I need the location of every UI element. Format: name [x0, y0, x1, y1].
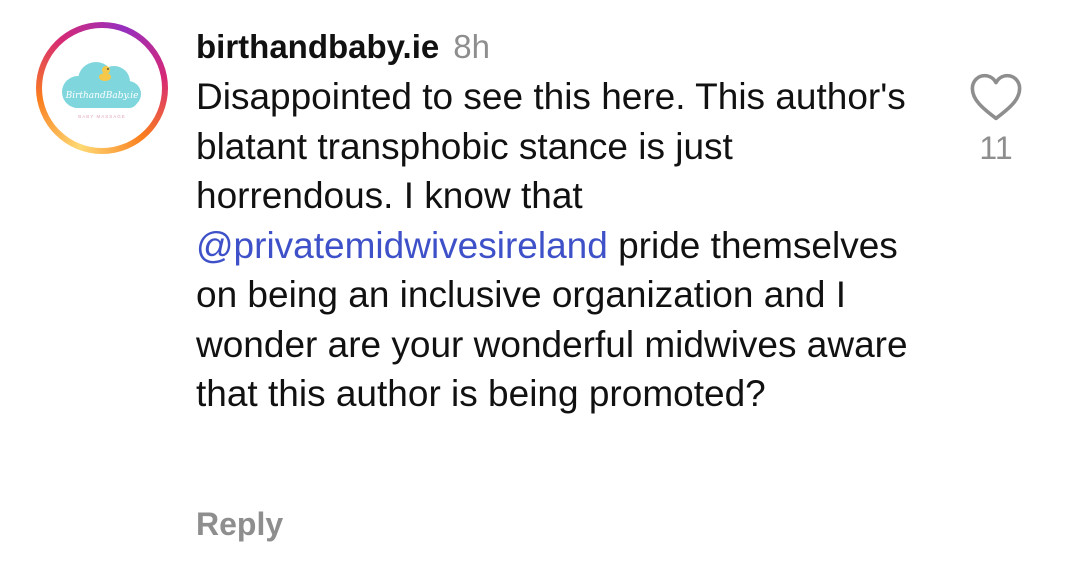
like-container: 11 — [966, 72, 1026, 168]
username-link[interactable]: birthandbaby.ie — [196, 28, 439, 65]
heart-outline-icon[interactable] — [969, 72, 1023, 122]
reply-button[interactable]: Reply — [196, 500, 283, 548]
mention-link[interactable]: @privatemidwivesireland — [196, 225, 608, 266]
comment-text: Disappointed to see this here. This auth… — [196, 72, 926, 419]
logo-subtext: BABY MASSAGE — [78, 114, 125, 119]
brand-logo-icon: BirthandBaby.ie BABY MASSAGE — [48, 34, 156, 142]
comment-header: birthandbaby.ie 8h — [196, 22, 936, 72]
avatar[interactable]: BirthandBaby.ie BABY MASSAGE — [36, 22, 168, 154]
logo-text: BirthandBaby.ie — [65, 91, 139, 101]
like-count: 11 — [979, 130, 1013, 166]
comment-text-part-1: Disappointed to see this here. This auth… — [196, 76, 906, 216]
timestamp: 8h — [453, 28, 490, 65]
avatar-inner: BirthandBaby.ie BABY MASSAGE — [42, 28, 162, 148]
comment-body: birthandbaby.ie 8h Disappointed to see th… — [196, 22, 936, 419]
comment: BirthandBaby.ie BABY MASSAGE birthandbab… — [0, 0, 1080, 585]
